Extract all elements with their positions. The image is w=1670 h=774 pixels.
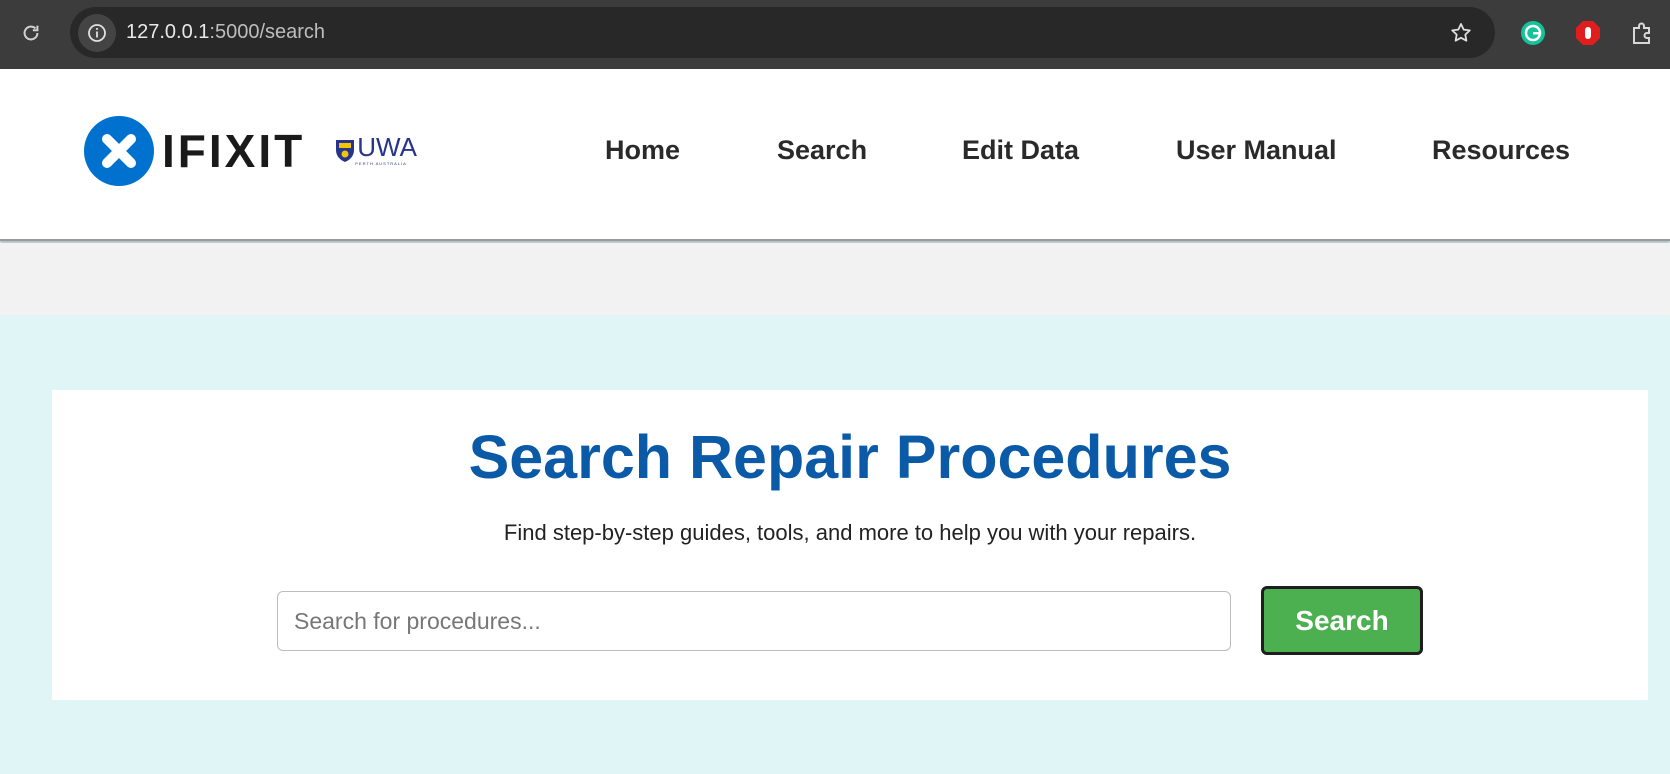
url-path: :5000/search	[209, 21, 326, 43]
extensions-puzzle-icon[interactable]	[1627, 18, 1657, 48]
nav-home[interactable]: Home	[605, 135, 680, 166]
nav-edit-data[interactable]: Edit Data	[962, 135, 1079, 166]
site-header: IFIXIT UWA PERTH AUSTRALIA Home Search E…	[0, 69, 1670, 241]
search-card: Search Repair Procedures Find step-by-st…	[52, 390, 1648, 700]
bookmark-star-icon[interactable]	[1447, 19, 1475, 47]
browser-toolbar: 127.0.0.1:5000/search	[0, 0, 1670, 69]
nav-search[interactable]: Search	[777, 135, 867, 166]
search-input[interactable]	[277, 591, 1231, 651]
page-title: Search Repair Procedures	[468, 423, 1232, 491]
reload-icon[interactable]	[16, 18, 46, 48]
search-button[interactable]: Search	[1261, 586, 1423, 655]
url-host: 127.0.0.1	[126, 21, 210, 43]
header-spacer-band	[0, 243, 1670, 315]
adblock-extension-icon[interactable]	[1573, 18, 1603, 48]
url-text[interactable]: 127.0.0.1:5000/search	[126, 21, 325, 44]
address-bar[interactable]: 127.0.0.1:5000/search	[70, 7, 1495, 58]
main-nav: Home Search Edit Data User Manual Resour…	[0, 135, 1670, 175]
site-info-icon[interactable]	[78, 14, 116, 52]
nav-resources[interactable]: Resources	[1432, 135, 1570, 166]
grammarly-extension-icon[interactable]	[1518, 18, 1548, 48]
page-subtitle: Find step-by-step guides, tools, and mor…	[503, 520, 1197, 545]
nav-user-manual[interactable]: User Manual	[1176, 135, 1337, 166]
